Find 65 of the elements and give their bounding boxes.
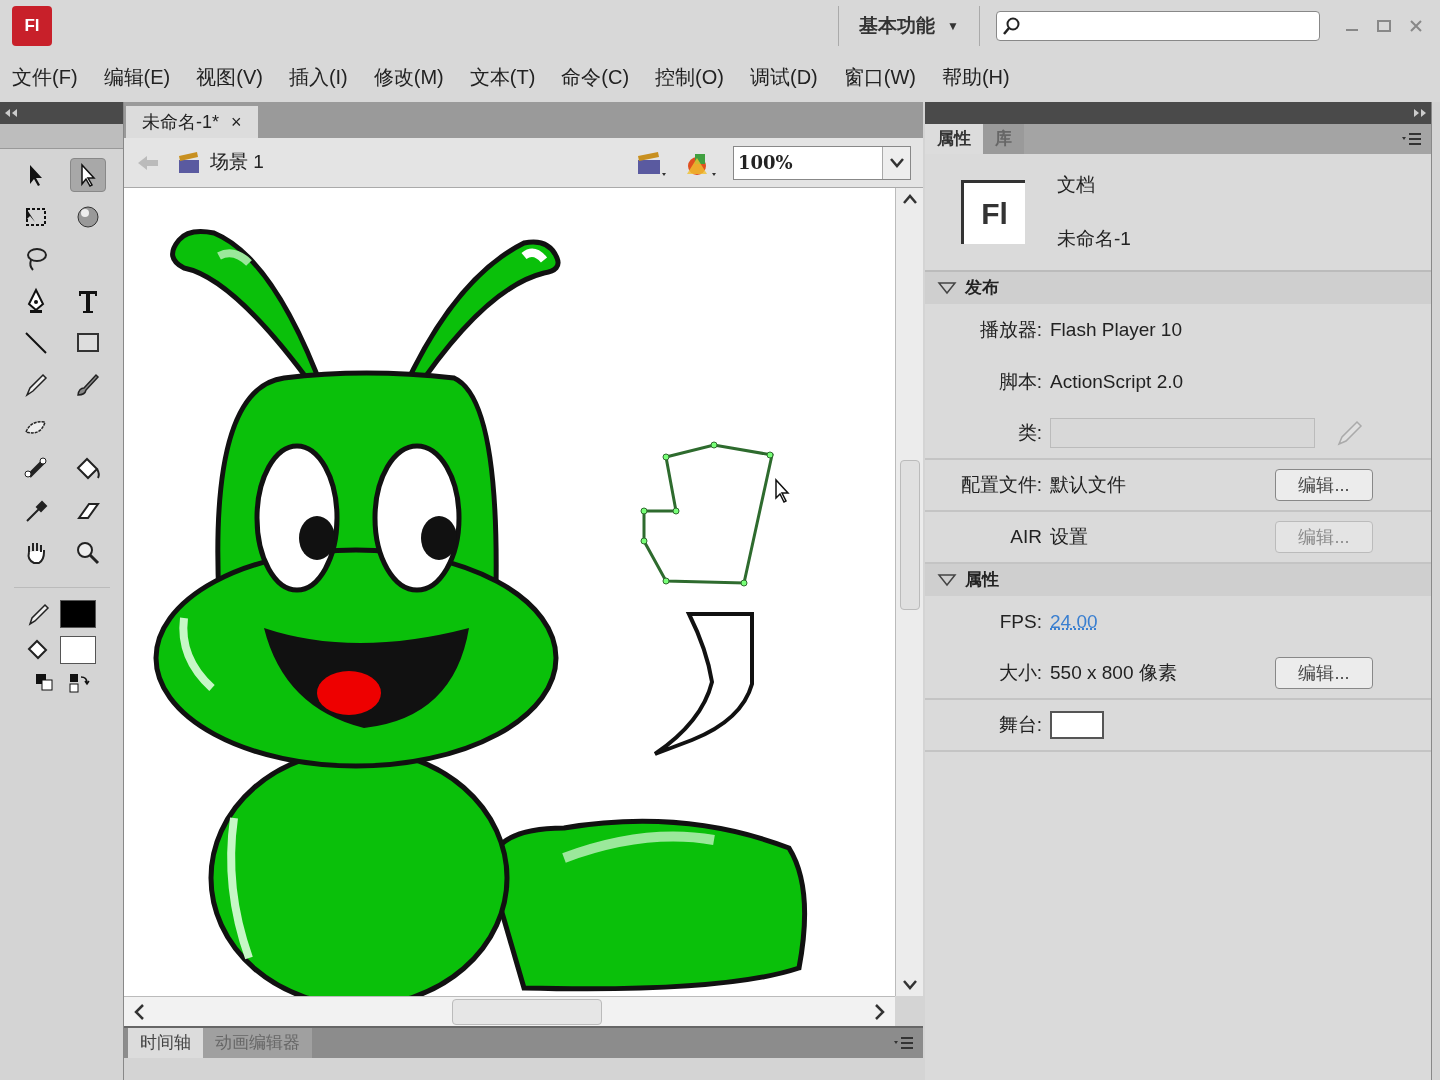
collapse-icon[interactable]	[4, 108, 18, 118]
caret-icon: ▼	[947, 17, 959, 35]
color-swatch[interactable]	[60, 600, 96, 628]
property-value: ActionScript 2.0	[1050, 369, 1184, 394]
cursor-icon	[774, 478, 792, 504]
edit-button[interactable]: 编辑...	[1275, 469, 1373, 501]
workspace-dropdown[interactable]: 基本功能 ▼	[838, 6, 980, 46]
scene-label: 场景 1	[210, 150, 264, 175]
triangle-down-icon	[937, 573, 957, 587]
menu-item[interactable]: 文本(T)	[469, 62, 536, 92]
section-title: 发布	[965, 277, 999, 300]
expand-icon[interactable]	[1413, 108, 1427, 118]
document-tab[interactable]: 未命名-1* ×	[126, 106, 258, 138]
panel-tab[interactable]: 属性	[925, 124, 983, 154]
property-label: 类:	[1017, 421, 1042, 443]
panel-menu-icon[interactable]	[1401, 131, 1423, 147]
menu-item[interactable]: 编辑(E)	[103, 62, 171, 92]
property-label: 舞台:	[998, 713, 1042, 735]
menu-item[interactable]: 控制(O)	[655, 62, 724, 92]
property-value: 550 x 800 像素	[1050, 660, 1178, 685]
tool-button[interactable]	[70, 158, 106, 192]
property-label: FPS:	[999, 610, 1042, 632]
section-header[interactable]: 发布	[925, 272, 1431, 304]
section-title: 属性	[965, 569, 999, 592]
app-logo: Fl	[12, 6, 52, 46]
menu-item[interactable]: 视图(V)	[196, 62, 263, 92]
menu-item[interactable]: 帮助(H)	[941, 62, 1010, 92]
stage-color-swatch[interactable]	[1050, 711, 1104, 739]
search-icon	[1001, 16, 1021, 36]
panel-tab[interactable]: 时间轴	[128, 1028, 203, 1058]
property-label: 大小:	[998, 661, 1042, 683]
menu-item[interactable]: 调试(D)	[749, 62, 818, 92]
menu-item[interactable]: 修改(M)	[373, 62, 444, 92]
property-value: 默认文件	[1050, 472, 1127, 497]
scroll-thumb[interactable]	[899, 460, 920, 610]
scroll-thumb[interactable]	[452, 998, 602, 1025]
document-icon: Fl	[961, 180, 1025, 244]
search-field[interactable]	[996, 11, 1320, 41]
panel-menu-icon[interactable]	[893, 1035, 915, 1051]
property-label: 配置文件:	[960, 473, 1042, 495]
zoom-field[interactable]: 100%	[733, 145, 911, 180]
default-colors-icon[interactable]	[34, 672, 56, 694]
chevron-down-icon	[888, 156, 905, 169]
vertical-scrollbar[interactable]	[895, 188, 923, 996]
menu-item[interactable]: 命令(C)	[561, 62, 630, 92]
triangle-down-icon	[937, 281, 957, 295]
property-value: 设置	[1050, 524, 1089, 549]
pencil-icon	[26, 601, 52, 627]
property-value: Flash Player 10	[1050, 317, 1182, 342]
property-label: AIR	[1010, 525, 1042, 547]
section-header[interactable]: 属性	[925, 564, 1431, 596]
horizontal-scrollbar[interactable]	[124, 996, 895, 1026]
menu-item[interactable]: 文件(F)	[12, 62, 78, 92]
color-swatch[interactable]	[60, 636, 96, 664]
property-label: 脚本:	[998, 370, 1042, 392]
close-icon[interactable]: ×	[231, 108, 242, 136]
edit-button[interactable]: 编辑...	[1275, 657, 1373, 689]
menu-item[interactable]: 窗口(W)	[843, 62, 916, 92]
document-name: 未命名-1	[1057, 227, 1131, 251]
document-type: 文档	[1057, 172, 1096, 197]
class-field[interactable]	[1050, 418, 1315, 448]
clapper-icon	[176, 149, 202, 176]
menu-item[interactable]: 插入(I)	[288, 62, 348, 92]
property-label: 播放器:	[979, 318, 1042, 340]
swap-colors-icon[interactable]	[68, 672, 90, 694]
